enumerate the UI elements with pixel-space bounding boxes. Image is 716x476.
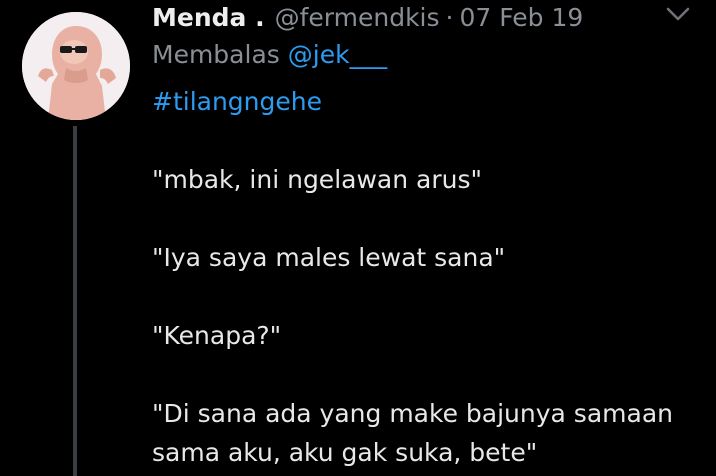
- tweet-date[interactable]: 07 Feb 19: [459, 3, 583, 32]
- separator: ·: [445, 2, 454, 32]
- display-name[interactable]: Menda .: [152, 3, 265, 32]
- tweet-text: #tilangngehe "mbak, ini ngelawan arus" "…: [152, 82, 712, 472]
- tweet-line: "Kenapa?": [152, 321, 282, 350]
- tweet-header: Menda . @fermendkis · 07 Feb 19: [152, 0, 583, 34]
- tweet-line: "Di sana ada yang make bajunya samaan: [152, 399, 673, 428]
- replying-to: Membalas @jek___: [152, 40, 387, 69]
- tweet-line: sama aku, aku gak suka, bete": [152, 438, 538, 467]
- avatar-image: [22, 12, 130, 120]
- thread-line: [73, 126, 77, 476]
- user-handle[interactable]: @fermendkis: [275, 3, 440, 32]
- avatar[interactable]: [22, 12, 130, 120]
- tweet-line: "mbak, ini ngelawan arus": [152, 165, 482, 194]
- hashtag-link[interactable]: #tilangngehe: [152, 82, 712, 121]
- tweet: Menda . @fermendkis · 07 Feb 19 Membalas…: [0, 0, 716, 476]
- tweet-menu-button[interactable]: [664, 4, 692, 24]
- chevron-down-icon: [666, 7, 690, 21]
- replying-prefix: Membalas: [152, 40, 280, 69]
- tweet-line: "Iya saya males lewat sana": [152, 243, 506, 272]
- replying-mention[interactable]: @jek___: [288, 40, 387, 69]
